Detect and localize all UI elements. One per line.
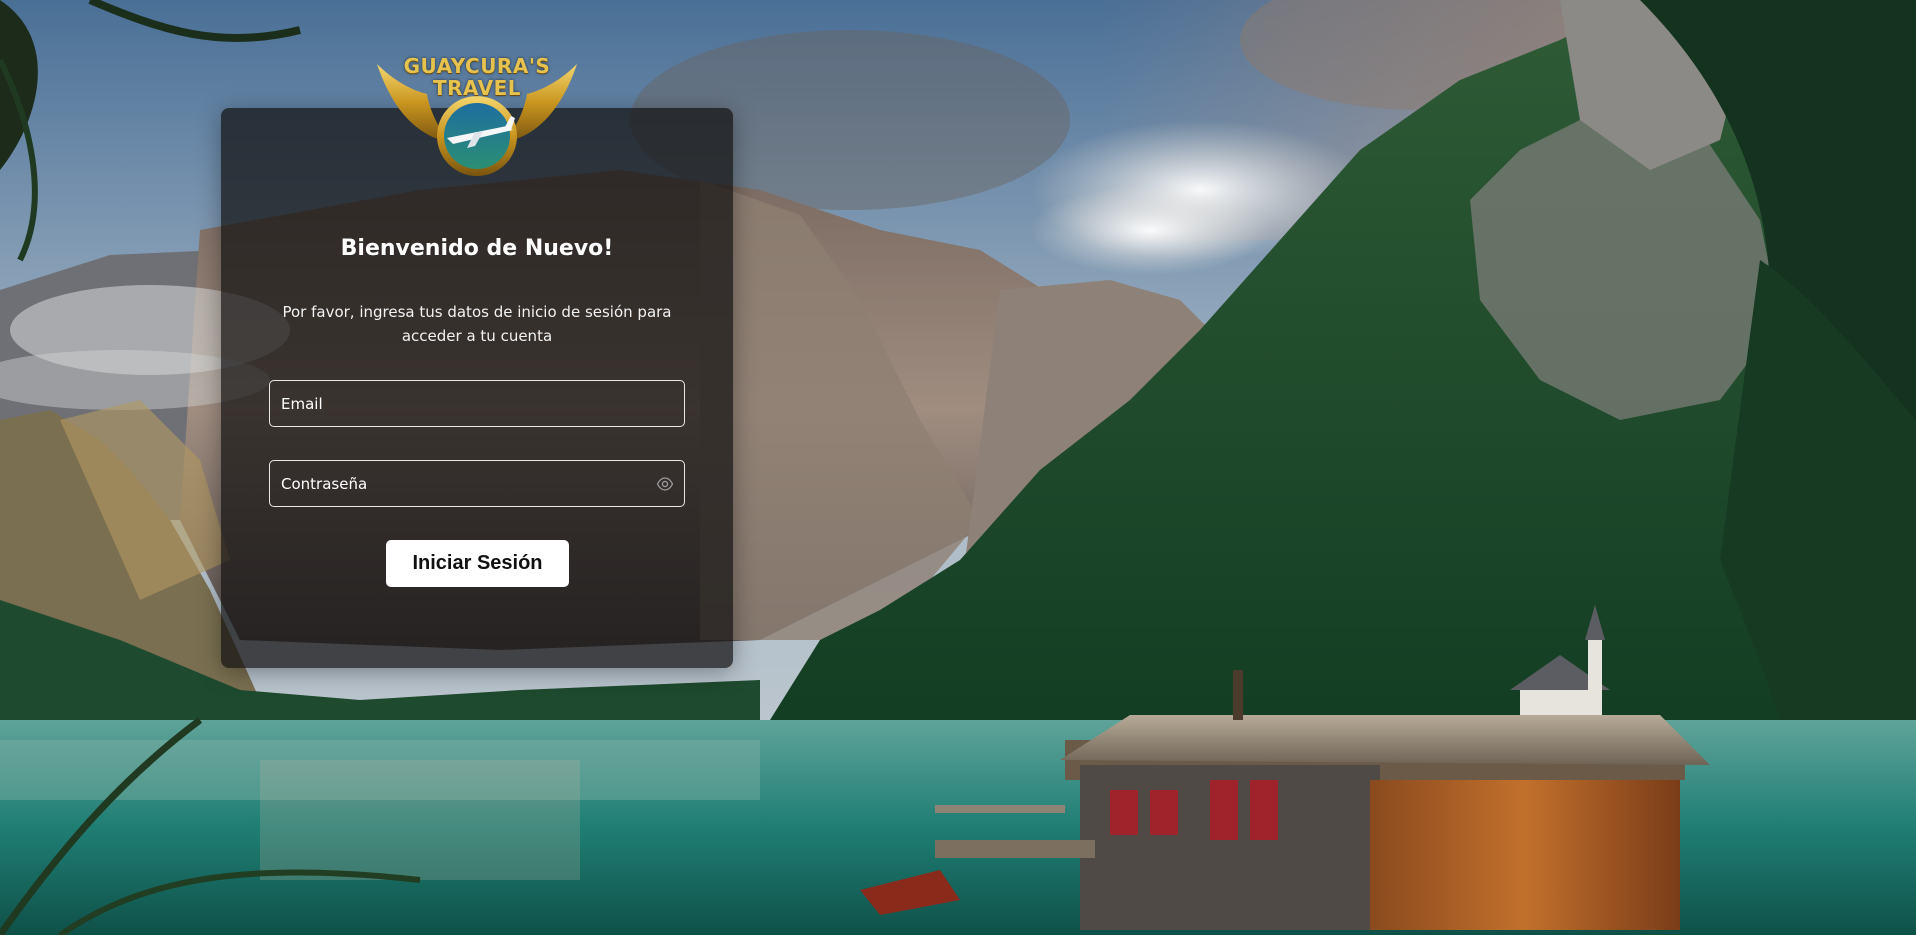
brand-name-line2: TRAVEL — [432, 76, 522, 100]
login-title: Bienvenido de Nuevo! — [340, 236, 614, 261]
email-input[interactable] — [270, 381, 684, 426]
password-field[interactable] — [269, 460, 685, 507]
login-button[interactable]: Iniciar Sesión — [386, 540, 569, 587]
brand-logo: GUAYCURA'S TRAVEL — [371, 46, 583, 180]
brand-name-line1: GUAYCURA'S — [403, 54, 551, 78]
login-card: Bienvenido de Nuevo! Por favor, ingresa … — [221, 108, 733, 668]
password-input[interactable] — [270, 461, 684, 506]
login-subtitle: Por favor, ingresa tus datos de inicio d… — [282, 303, 672, 345]
email-field[interactable] — [269, 380, 685, 427]
eye-icon[interactable] — [656, 475, 674, 493]
